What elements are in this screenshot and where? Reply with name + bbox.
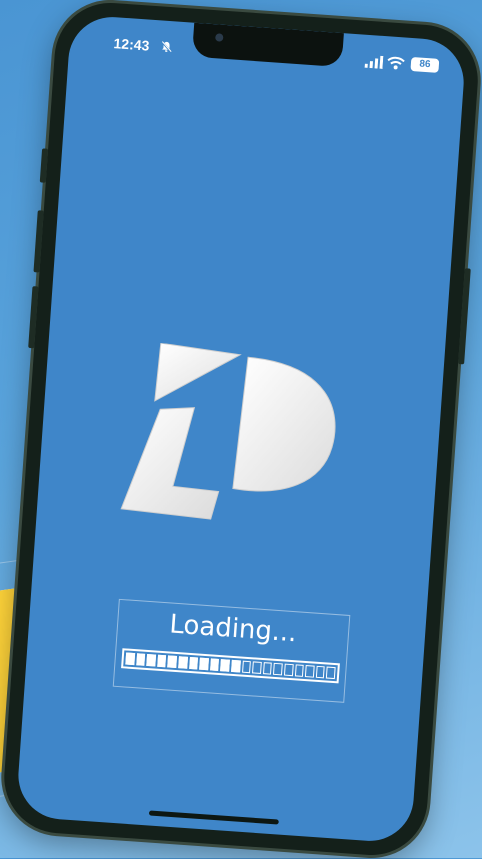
progress-segment — [283, 663, 294, 677]
progress-segment — [167, 655, 178, 669]
progress-segment — [304, 665, 315, 678]
status-time: 12:43 — [113, 35, 150, 54]
progress-segment — [157, 654, 167, 668]
notch — [191, 22, 344, 68]
progress-segment — [146, 653, 156, 667]
battery-icon: 86 — [410, 56, 440, 73]
front-camera — [215, 33, 224, 42]
progress-segment — [326, 666, 336, 680]
side-button-volume-up — [33, 210, 44, 273]
progress-segment — [178, 656, 188, 669]
phone-screen: 12:43 86 Loading... — [15, 14, 467, 844]
progress-segment — [231, 659, 241, 673]
side-button-mute — [39, 148, 49, 183]
progress-segment — [209, 658, 220, 671]
progress-segment — [199, 657, 209, 671]
progress-segment — [135, 653, 146, 666]
progress-segment — [315, 665, 325, 679]
wifi-icon — [387, 56, 405, 70]
progress-segment — [220, 659, 230, 672]
progress-segment — [252, 661, 262, 674]
status-right: 86 — [329, 50, 440, 74]
phone-frame: 12:43 86 Loading... — [0, 0, 482, 859]
side-button-volume-down — [28, 286, 39, 349]
loading-panel: Loading... — [112, 598, 351, 703]
loading-label: Loading... — [168, 609, 298, 649]
progress-segment — [125, 652, 135, 666]
progress-segment — [262, 662, 273, 675]
signal-icon — [364, 55, 384, 69]
home-indicator[interactable] — [148, 810, 279, 825]
bell-muted-icon — [161, 40, 172, 53]
side-button-power — [458, 268, 471, 365]
loading-progress-bar — [121, 648, 340, 684]
lp-logo — [120, 342, 336, 520]
progress-segment — [294, 664, 304, 677]
progress-segment — [241, 660, 251, 674]
phone-mockup-wrapper: 12:43 86 Loading... — [0, 0, 482, 859]
progress-segment — [273, 662, 283, 676]
progress-segment — [188, 656, 199, 670]
